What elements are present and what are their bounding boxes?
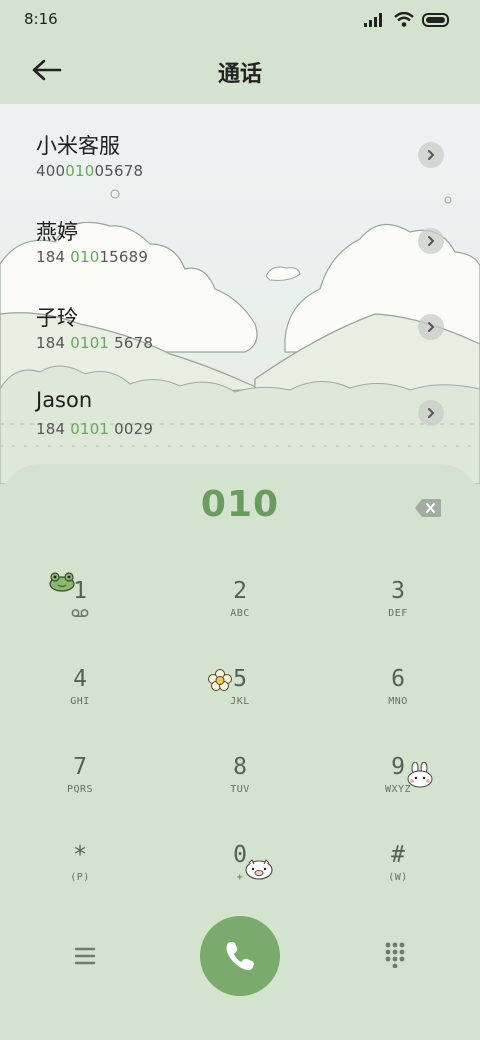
- status-icons: [364, 12, 450, 27]
- key-8[interactable]: 8 TUV: [180, 748, 300, 828]
- top-bar: 8:16 通话: [0, 0, 480, 104]
- key-letters: WXYZ: [384, 784, 412, 795]
- pig-sticker-icon: [245, 859, 273, 880]
- dialpad-panel: 010 1 2 ABC 3 DEF 4 GHI 5 JKL 6 MNO 7 PQ…: [0, 464, 480, 1040]
- status-time: 8:16: [24, 10, 58, 28]
- backspace-icon[interactable]: [414, 498, 442, 518]
- number-suffix: 15689: [99, 248, 149, 266]
- key-digit: 6: [391, 666, 405, 692]
- key-letters: PQRS: [66, 784, 94, 795]
- key-digit: 1: [73, 578, 87, 604]
- dialpad-toggle-icon[interactable]: [384, 942, 406, 968]
- contact-name: Jason: [36, 388, 93, 412]
- key-digit: 8: [233, 754, 247, 780]
- contact-item[interactable]: 燕婷 184 01015689: [0, 190, 480, 276]
- phone-icon: [226, 942, 254, 971]
- key-letters: TUV: [230, 784, 250, 795]
- key-letters: +: [236, 872, 244, 883]
- contact-number: 184 01015689: [36, 248, 148, 266]
- key-digit: 2: [233, 578, 247, 604]
- key-digit: 4: [73, 666, 87, 692]
- key-6[interactable]: 6 MNO: [338, 660, 458, 740]
- key-3[interactable]: 3 DEF: [338, 572, 458, 652]
- number-prefix: 400: [36, 162, 66, 180]
- number-match: 0101: [70, 334, 110, 352]
- contact-number: 40001005678: [36, 162, 143, 180]
- signal-icon: [364, 12, 382, 27]
- voicemail-icon: [71, 609, 89, 617]
- menu-icon[interactable]: [74, 946, 96, 966]
- key-digit: 9: [391, 754, 405, 780]
- key-5[interactable]: 5 JKL: [180, 660, 300, 740]
- number-match: 0101: [70, 420, 110, 438]
- key-digit: 5: [233, 666, 247, 692]
- key-4[interactable]: 4 GHI: [20, 660, 140, 740]
- chevron-right-icon[interactable]: [418, 314, 444, 340]
- key-digit: #: [391, 842, 405, 868]
- key-letters: MNO: [388, 696, 408, 707]
- contact-number: 184 0101 5678: [36, 334, 153, 352]
- dialed-number: 010: [200, 484, 280, 525]
- chevron-right-icon[interactable]: [418, 228, 444, 254]
- number-prefix: 184: [36, 334, 71, 352]
- key-letters: ABC: [230, 608, 250, 619]
- contact-name: 子玲: [36, 306, 78, 330]
- key-digit: *: [73, 842, 87, 868]
- bunny-sticker-icon: [407, 762, 433, 788]
- key-digit: 3: [391, 578, 405, 604]
- key-digit: 7: [73, 754, 87, 780]
- wifi-icon: [394, 12, 414, 27]
- chevron-right-icon[interactable]: [418, 142, 444, 168]
- contact-item[interactable]: Jason 184 0101 0029: [0, 362, 480, 448]
- battery-icon: [422, 12, 449, 27]
- contact-number: 184 0101 0029: [36, 420, 153, 438]
- key-7[interactable]: 7 PQRS: [20, 748, 140, 828]
- key-0[interactable]: 0 +: [180, 836, 300, 916]
- contact-name: 小米客服: [36, 134, 120, 158]
- key-1[interactable]: 1: [20, 572, 140, 652]
- number-suffix: 0029: [109, 420, 154, 438]
- number-prefix: 184: [36, 420, 71, 438]
- contact-item[interactable]: 子玲 184 0101 5678: [0, 276, 480, 362]
- key-digit: 0: [233, 842, 247, 868]
- contact-name: 燕婷: [36, 220, 78, 244]
- call-button[interactable]: [200, 916, 280, 996]
- number-match: 010: [70, 248, 100, 266]
- key-letters: (W): [388, 872, 408, 883]
- key-9[interactable]: 9 WXYZ: [338, 748, 458, 828]
- page-title: 通话: [217, 62, 262, 87]
- number-suffix: 05678: [94, 162, 144, 180]
- frog-sticker-icon: [49, 572, 75, 592]
- key-letters: GHI: [70, 696, 90, 707]
- key-letters: (P): [70, 872, 90, 883]
- chevron-right-icon[interactable]: [418, 400, 444, 426]
- number-suffix: 5678: [109, 334, 154, 352]
- key-2[interactable]: 2 ABC: [180, 572, 300, 652]
- flower-sticker-icon: [208, 669, 232, 691]
- key-star[interactable]: * (P): [20, 836, 140, 916]
- number-match: 010: [65, 162, 95, 180]
- number-prefix: 184: [36, 248, 71, 266]
- contact-item[interactable]: 小米客服 40001005678: [0, 104, 480, 190]
- key-letters: DEF: [388, 608, 408, 619]
- key-letters: JKL: [230, 696, 250, 707]
- key-hash[interactable]: # (W): [338, 836, 458, 916]
